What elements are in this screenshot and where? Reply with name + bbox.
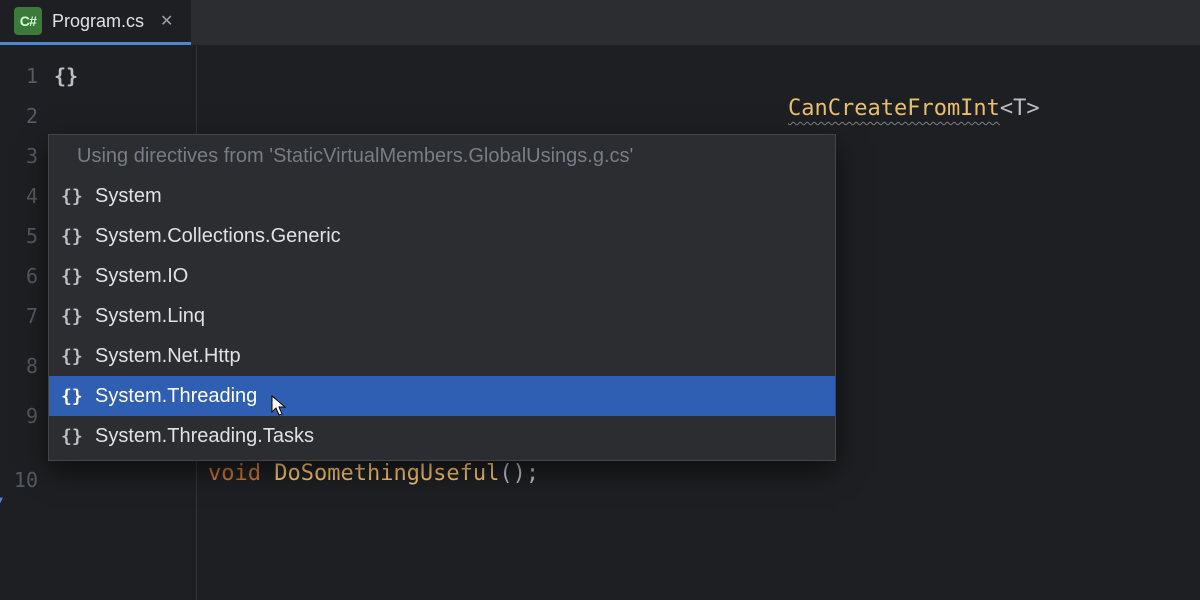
popup-item-system-collections-generic[interactable]: {} System.Collections.Generic <box>49 216 835 256</box>
code-keyword: void <box>208 461 261 486</box>
popup-item-system-threading[interactable]: {} System.Threading <box>49 376 835 416</box>
csharp-file-icon: C# <box>14 7 42 35</box>
popup-item-label: System.Collections.Generic <box>95 225 341 248</box>
line-number: 4 <box>0 176 48 216</box>
line-number: 1 <box>0 56 48 96</box>
tab-program-cs[interactable]: C# Program.cs ✕ <box>0 0 191 45</box>
namespace-icon: {} <box>61 426 81 447</box>
popup-item-system-threading-tasks[interactable]: {} System.Threading.Tasks <box>49 416 835 456</box>
popup-item-label: System.IO <box>95 265 188 288</box>
fold-handle-icon[interactable]: ▾ <box>0 492 4 508</box>
popup-item-label: System <box>95 185 162 208</box>
namespace-icon: {} <box>61 226 81 247</box>
popup-item-label: System.Threading <box>95 385 257 408</box>
tab-bar: C# Program.cs ✕ <box>0 0 1200 46</box>
namespace-icon: {} <box>61 386 81 407</box>
line-number: 6 <box>0 256 48 296</box>
popup-item-system-linq[interactable]: {} System.Linq <box>49 296 835 336</box>
namespace-icon: {} <box>61 306 81 327</box>
popup-header: Using directives from 'StaticVirtualMemb… <box>49 135 835 176</box>
popup-item-label: System.Net.Http <box>95 345 241 368</box>
code-line: {} <box>48 56 1200 96</box>
code-punctuation: (); <box>499 461 539 486</box>
code-generic: <T> <box>1000 96 1040 121</box>
line-number: 8 <box>0 336 48 396</box>
line-number: 5 <box>0 216 48 256</box>
code-fragment: CanCreateFromInt<T> <box>788 96 1040 121</box>
line-number: 3 <box>0 136 48 176</box>
popup-item-label: System.Threading.Tasks <box>95 425 314 448</box>
popup-item-label: System.Linq <box>95 305 205 328</box>
pointer-cursor-icon <box>266 394 288 424</box>
namespace-icon: {} <box>61 266 81 287</box>
namespace-icon: {} <box>61 346 81 367</box>
editor: 1 2 3 4 5 6 7 8 9 10 ▾ {} CanCreateFromI… <box>0 46 1200 600</box>
line-number: 10 ▾ <box>0 436 48 500</box>
popup-item-system-io[interactable]: {} System.IO <box>49 256 835 296</box>
close-icon[interactable]: ✕ <box>160 11 173 31</box>
namespace-icon: {} <box>61 186 81 207</box>
code-typename: CanCreateFromInt <box>788 96 1000 121</box>
using-directives-popup[interactable]: Using directives from 'StaticVirtualMemb… <box>48 134 836 461</box>
code-method-name: DoSomethingUseful <box>274 461 499 486</box>
braces-icon: {} <box>54 64 76 88</box>
popup-item-system[interactable]: {} System <box>49 176 835 216</box>
tab-title: Program.cs <box>52 11 144 32</box>
popup-item-system-net-http[interactable]: {} System.Net.Http <box>49 336 835 376</box>
line-number: 7 <box>0 296 48 336</box>
line-number: 9 <box>0 396 48 436</box>
gutter: 1 2 3 4 5 6 7 8 9 10 ▾ <box>0 46 48 600</box>
line-number: 2 <box>0 96 48 136</box>
